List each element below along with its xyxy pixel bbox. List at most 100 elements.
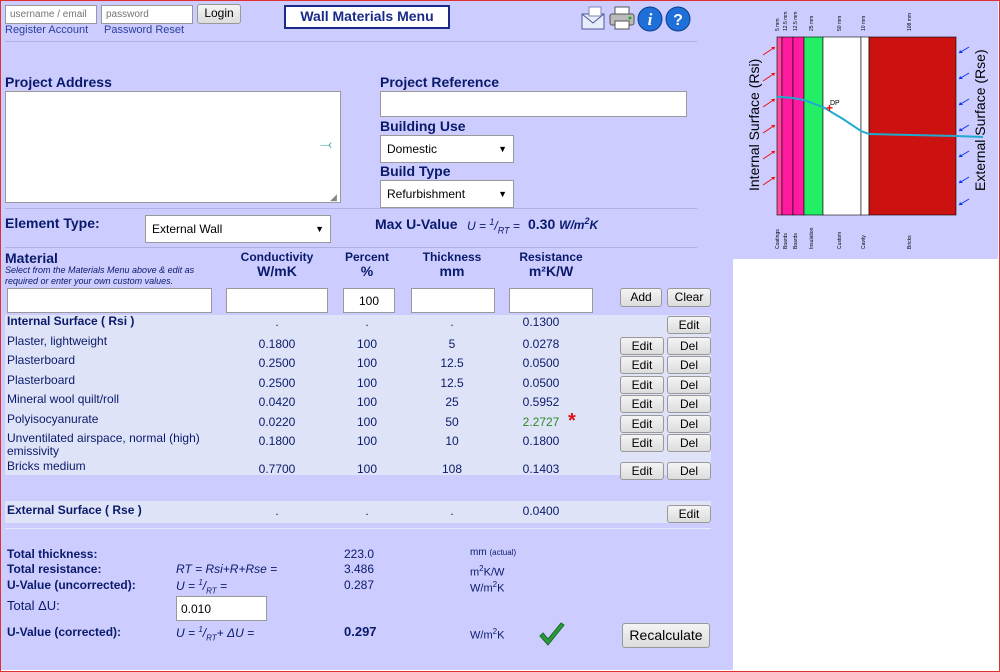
layer-thickness-label: 5 mm xyxy=(775,19,781,32)
material-name: Plasterboard xyxy=(7,373,76,387)
project-address-textarea[interactable]: ⤙ ◢ xyxy=(5,91,341,203)
resistance-value: 0.0400 xyxy=(522,504,560,518)
max-u-value-label: Max U-Value xyxy=(375,216,458,232)
checkmark-icon xyxy=(537,620,567,650)
thickness-value: 12.5 xyxy=(440,376,464,390)
resistance-value: 0.1300 xyxy=(522,315,560,329)
percent-input[interactable] xyxy=(343,288,395,313)
edit-button[interactable]: Edit xyxy=(620,462,664,480)
conductivity-header: Conductivity W/mK xyxy=(240,250,314,279)
project-reference-label: Project Reference xyxy=(380,74,500,90)
resistance-value: 0.0500 xyxy=(522,356,560,370)
chevron-down-icon: ▼ xyxy=(498,144,507,154)
material-name: External Surface ( Rse ) xyxy=(7,503,142,517)
percent-value: 100 xyxy=(356,395,378,409)
internal-surface-label: Internal Surface (Rsi) xyxy=(746,59,762,191)
help-icon[interactable]: ? xyxy=(664,5,692,33)
total-delta-u-input[interactable] xyxy=(176,596,267,621)
delete-button[interactable]: Del xyxy=(667,395,711,413)
thickness-value: 50 xyxy=(445,415,459,429)
max-u-value: 0.30 W/m2K xyxy=(528,216,599,232)
material-name: Internal Surface ( Rsi ) xyxy=(7,314,135,328)
project-reference-input[interactable] xyxy=(380,91,687,117)
u-value-uncorrected-formula: U = 1/RT = xyxy=(176,578,228,596)
material-name: Polyisocyanurate xyxy=(7,412,99,426)
edit-button[interactable]: Edit xyxy=(620,415,664,433)
total-thickness-label: Total thickness: xyxy=(7,547,98,561)
conductivity-input[interactable] xyxy=(226,288,328,313)
wall-layer xyxy=(792,36,805,216)
clear-button[interactable]: Clear xyxy=(667,288,711,307)
delete-button[interactable]: Del xyxy=(667,337,711,355)
edit-button[interactable]: Edit xyxy=(620,337,664,355)
material-input[interactable] xyxy=(7,288,212,313)
material-name: Unventilated airspace, normal (high) emi… xyxy=(7,431,200,458)
username-input[interactable] xyxy=(5,5,97,24)
u-value-uncorrected-value: 0.287 xyxy=(344,578,375,592)
recalculate-button[interactable]: Recalculate xyxy=(622,623,710,648)
material-hint: Select from the Materials Menu above & e… xyxy=(5,265,195,286)
edit-button[interactable]: Edit xyxy=(620,376,664,394)
edit-button[interactable]: Edit xyxy=(620,356,664,374)
wall-layer xyxy=(860,36,870,216)
warning-flag: * xyxy=(568,410,576,432)
divider xyxy=(5,208,697,209)
thickness-value: 25 xyxy=(445,395,459,409)
wall-layer xyxy=(776,36,783,216)
svg-text:?: ? xyxy=(673,12,683,29)
chevron-down-icon: ▼ xyxy=(498,189,507,199)
layer-thickness-label: 12.5 mm xyxy=(783,12,789,31)
thickness-input[interactable] xyxy=(411,288,495,313)
delete-button[interactable]: Del xyxy=(667,356,711,374)
delete-button[interactable]: Del xyxy=(667,376,711,394)
resize-handle[interactable]: ◢ xyxy=(330,192,337,203)
print-icon[interactable] xyxy=(607,4,637,32)
wall-materials-menu-button[interactable]: Wall Materials Menu xyxy=(284,5,450,29)
u-value-corrected-unit: W/m2K xyxy=(470,627,505,642)
register-account-link[interactable]: Register Account xyxy=(5,24,88,36)
total-resistance-unit: m2K/W xyxy=(470,564,505,579)
layer-name-label: Boards xyxy=(783,233,789,249)
conductivity-value: . xyxy=(275,504,279,518)
thickness-value: 108 xyxy=(441,462,463,476)
layer-thickness-label: 12.5 mm xyxy=(793,12,799,31)
building-use-select[interactable]: Domestic ▼ xyxy=(380,135,514,163)
layer-name-label: Boards xyxy=(793,233,799,249)
delete-button[interactable]: Del xyxy=(667,415,711,433)
total-delta-u-label: Total ΔU: xyxy=(7,598,60,613)
layer-name-label: Insulation xyxy=(809,227,815,249)
info-icon[interactable]: i xyxy=(636,5,664,33)
resistance-value: 0.5952 xyxy=(522,395,560,409)
wall-layer xyxy=(868,36,957,216)
password-reset-link[interactable]: Password Reset xyxy=(104,24,184,36)
resistance-input[interactable] xyxy=(509,288,593,313)
thickness-value: . xyxy=(450,504,454,518)
layer-thickness-label: 50 mm xyxy=(837,16,843,31)
resistance-value: 0.1403 xyxy=(522,462,560,476)
edit-button[interactable]: Edit xyxy=(620,395,664,413)
wall-section-diagram: 5 mm 12.5 mm 12.5 mm 25 mm 50 mm 10 mm 108 mm C… xyxy=(733,1,998,259)
password-input[interactable] xyxy=(101,5,193,24)
total-thickness-value: 223.0 xyxy=(344,547,375,561)
conductivity-value: 0.0220 xyxy=(258,415,296,429)
material-header: Material xyxy=(5,250,58,266)
layer-thickness-label: 25 mm xyxy=(809,16,815,31)
delete-button[interactable]: Del xyxy=(667,434,711,452)
svg-text:i: i xyxy=(648,10,653,29)
build-type-select[interactable]: Refurbishment ▼ xyxy=(380,180,514,208)
layer-thickness-label: 108 mm xyxy=(907,13,913,31)
delete-button[interactable]: Del xyxy=(667,462,711,480)
percent-value: . xyxy=(365,315,369,329)
add-button[interactable]: Add xyxy=(620,288,662,307)
u-value-corrected-formula: U = 1/RT+ ΔU = xyxy=(176,625,255,643)
project-address-label: Project Address xyxy=(5,74,112,90)
edit-button[interactable]: Edit xyxy=(667,316,711,334)
email-icon[interactable] xyxy=(579,4,607,32)
edit-button[interactable]: Edit xyxy=(667,505,711,523)
building-use-label: Building Use xyxy=(380,118,466,134)
element-type-label: Element Type: xyxy=(5,215,100,231)
element-type-select[interactable]: External Wall ▼ xyxy=(145,215,331,243)
layer-name-label: Bricks xyxy=(907,235,913,249)
login-button[interactable]: Login xyxy=(197,4,241,24)
edit-button[interactable]: Edit xyxy=(620,434,664,452)
